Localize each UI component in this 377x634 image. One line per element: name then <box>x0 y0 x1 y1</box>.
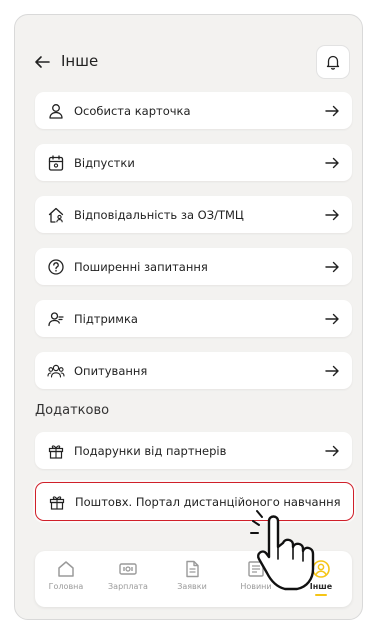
calendar-icon <box>48 154 64 171</box>
back-arrow-icon[interactable] <box>33 53 51 71</box>
menu-item-label: Опитування <box>74 363 148 378</box>
nav-label: Головна <box>48 582 84 591</box>
menu-item-label: Підтримка <box>74 311 138 326</box>
nav-item-salary[interactable]: Зарплата <box>99 559 157 603</box>
menu-item-surveys[interactable]: Опитування <box>35 352 352 389</box>
section-title-additional: Додатково <box>35 403 110 418</box>
menu-item-responsibility[interactable]: Відповідальність за ОЗ/ТМЦ <box>35 196 352 233</box>
document-icon <box>186 560 199 578</box>
app-screen: Інше Особиста карточка Відпустки Відпові… <box>14 14 363 620</box>
question-icon <box>48 258 64 275</box>
person-icon <box>49 103 63 119</box>
arrow-right-icon <box>325 157 339 168</box>
nav-label: Зарплата <box>108 582 148 591</box>
gift-icon <box>49 495 65 510</box>
arrow-right-icon <box>325 209 339 220</box>
menu-item-label: Особиста карточка <box>74 103 191 118</box>
menu-item-label: Подарунки від партнерів <box>74 443 227 458</box>
house-person-icon <box>48 207 64 223</box>
pointing-hand-icon <box>250 510 315 591</box>
arrow-right-icon <box>325 261 339 272</box>
menu-item-label: Поширенні запитання <box>74 259 208 274</box>
nav-item-home[interactable]: Головна <box>37 559 95 603</box>
arrow-right-icon <box>325 445 339 456</box>
nav-item-requests[interactable]: Заявки <box>163 559 221 603</box>
home-icon <box>58 561 74 577</box>
arrow-right-icon <box>325 105 339 116</box>
menu-item-label: Відповідальність за ОЗ/ТМЦ <box>74 207 244 222</box>
menu-item-label: Відпустки <box>74 155 135 170</box>
menu-item-support[interactable]: Підтримка <box>35 300 352 337</box>
bell-icon <box>326 55 340 70</box>
notifications-button[interactable] <box>316 45 350 79</box>
menu-item-faq[interactable]: Поширенні запитання <box>35 248 352 285</box>
menu-item-vacations[interactable]: Відпустки <box>35 144 352 181</box>
arrow-right-icon <box>325 365 339 376</box>
menu-item-partner-gifts[interactable]: Подарунки від партнерів <box>35 432 352 469</box>
arrow-right-icon <box>325 313 339 324</box>
menu-item-personal-card[interactable]: Особиста карточка <box>35 92 352 129</box>
group-icon <box>47 364 65 378</box>
person-support-icon <box>48 311 64 326</box>
page-title: Інше <box>61 52 99 70</box>
gift-icon <box>48 444 64 459</box>
header: Інше <box>15 43 362 83</box>
nav-label: Заявки <box>177 582 207 591</box>
money-icon <box>119 563 137 575</box>
